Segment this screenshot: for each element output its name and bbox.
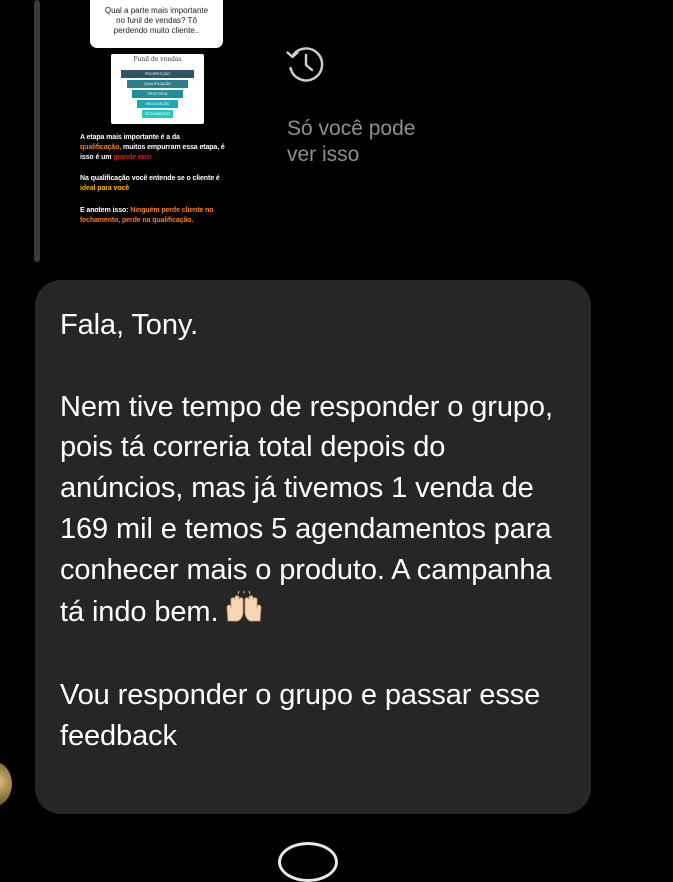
message-text: Fala, Tony. Nem tive tempo de responder … — [60, 305, 570, 757]
caption-highlight: ideal para você — [80, 185, 130, 192]
reply-thread-line — [34, 0, 40, 262]
caption-highlight: grande erro — [113, 154, 152, 161]
funnel-level: PROSPECÇÃO — [121, 70, 194, 78]
story-caption-1: A etapa mais importante é a da qualifica… — [80, 133, 238, 163]
message-body: Nem tive tempo de responder o grupo, poi… — [60, 387, 570, 635]
caption-text: E anotem isso: — [80, 207, 131, 214]
scroll-to-bottom-button[interactable] — [278, 842, 338, 882]
story-question-sticker: Qual a parte mais importante no funil de… — [90, 0, 223, 48]
funnel-title: Funil de vendas — [133, 56, 182, 63]
message-bubble[interactable]: Fala, Tony. Nem tive tempo de responder … — [35, 280, 591, 814]
caption-highlight: qualificação, — [80, 144, 122, 151]
avatar[interactable] — [0, 762, 12, 806]
story-caption-3: E anotem isso: Ninguém perde cliente no … — [80, 206, 232, 226]
funnel-level: QUALIFICAÇÃO — [127, 80, 188, 88]
sales-funnel-image: Funil de vendas PROSPECÇÃO QUALIFICAÇÃO … — [111, 54, 204, 124]
message-greeting: Fala, Tony. — [60, 309, 199, 341]
only-you-can-see-note: Só você pode ver isso — [287, 117, 416, 166]
funnel-level: FECHAMENTO — [142, 110, 173, 118]
message-closing: Vou responder o grupo e passar esse feed… — [60, 679, 541, 752]
story-reply-preview[interactable]: Qual a parte mais importante no funil de… — [72, 0, 242, 250]
raising-hands-icon — [224, 590, 264, 635]
message-body-text: Nem tive tempo de responder o grupo, poi… — [60, 390, 553, 628]
caption-text: Na qualificação você entende se o client… — [80, 175, 220, 182]
history-clock-icon — [286, 47, 324, 82]
caption-text: A etapa mais importante é a da — [80, 134, 180, 141]
story-caption-2: Na qualificação você entende se o client… — [80, 174, 230, 194]
funnel-level: PROPOSTA — [132, 90, 183, 98]
funnel-level: NEGOCIAÇÃO — [137, 100, 178, 108]
